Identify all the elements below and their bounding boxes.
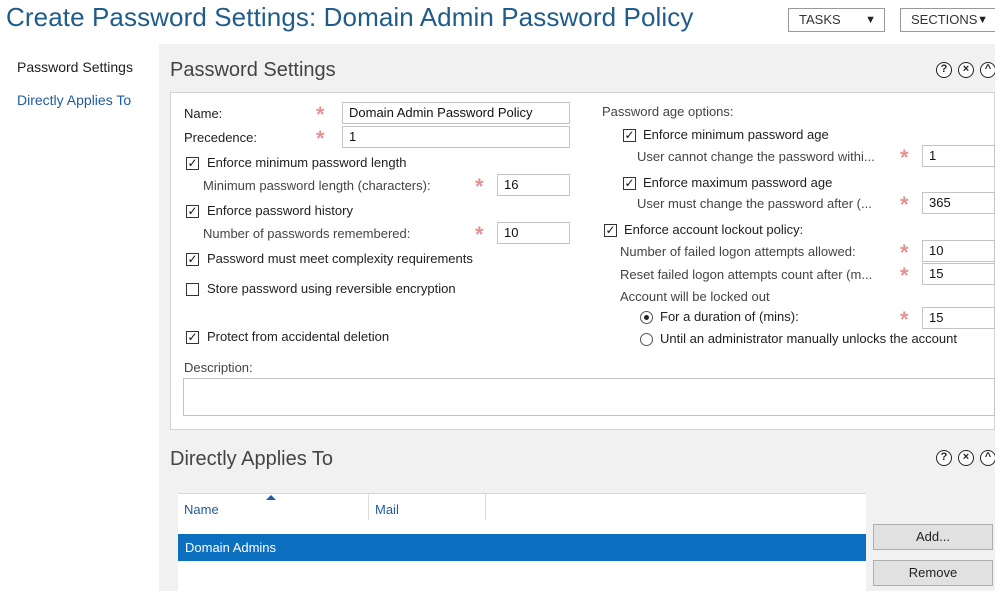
- account-lockout-label: Enforce account lockout policy:: [624, 222, 804, 237]
- failed-attempts-label: Number of failed logon attempts allowed:: [620, 244, 856, 259]
- duration-label: For a duration of (mins):: [660, 309, 799, 324]
- row-name-cell: Domain Admins: [185, 540, 277, 555]
- precedence-label: Precedence:: [184, 130, 257, 145]
- name-label: Name:: [184, 106, 223, 121]
- section-title-directly-applies-to: Directly Applies To: [170, 448, 334, 470]
- close-circle-icon[interactable]: ×: [958, 450, 974, 466]
- complexity-checkbox[interactable]: ✓: [186, 253, 199, 266]
- account-lockout-checkbox[interactable]: ✓: [604, 224, 617, 237]
- page-title: Create Password Settings: Domain Admin P…: [6, 2, 694, 32]
- help-icon[interactable]: ?: [936, 62, 952, 78]
- min-age-label: User cannot change the password withi...: [637, 149, 875, 164]
- admin-unlock-label: Until an administrator manually unlocks …: [660, 331, 957, 346]
- tasks-button[interactable]: TASKS ▼: [788, 8, 885, 32]
- enforce-min-length-label: Enforce minimum password length: [207, 155, 407, 170]
- enforce-min-age-checkbox[interactable]: ✓: [623, 129, 636, 142]
- column-header-name[interactable]: Name: [184, 502, 219, 517]
- enforce-history-label: Enforce password history: [207, 203, 353, 218]
- reset-count-field[interactable]: 15: [922, 263, 995, 285]
- age-options-label: Password age options:: [602, 104, 734, 119]
- sort-ascending-icon: [266, 495, 276, 500]
- min-length-field[interactable]: 16: [497, 174, 570, 196]
- grid-header-divider: [178, 493, 866, 494]
- locked-out-label: Account will be locked out: [620, 289, 770, 304]
- chevron-up-icon[interactable]: ^: [980, 62, 995, 78]
- failed-attempts-field[interactable]: 10: [922, 240, 995, 262]
- section-title-password-settings: Password Settings: [170, 59, 336, 81]
- chevron-up-icon[interactable]: ^: [980, 450, 995, 466]
- reversible-encryption-checkbox[interactable]: [186, 283, 199, 296]
- history-label: Number of passwords remembered:: [203, 226, 411, 241]
- complexity-label: Password must meet complexity requiremen…: [207, 251, 473, 266]
- enforce-history-checkbox[interactable]: ✓: [186, 205, 199, 218]
- duration-field[interactable]: 15: [922, 307, 995, 329]
- asterisk-icon: *: [316, 102, 325, 127]
- asterisk-icon: *: [316, 126, 325, 151]
- column-header-mail[interactable]: Mail: [375, 502, 399, 517]
- description-label: Description:: [184, 360, 253, 375]
- min-age-field[interactable]: 1: [922, 145, 995, 167]
- enforce-max-age-label: Enforce maximum password age: [643, 175, 833, 190]
- description-field[interactable]: [183, 378, 995, 416]
- min-length-label: Minimum password length (characters):: [203, 178, 431, 193]
- asterisk-icon: *: [900, 240, 909, 265]
- enforce-min-age-label: Enforce minimum password age: [643, 127, 829, 142]
- sections-label: SECTIONS: [911, 12, 978, 27]
- sidebar-item-password-settings[interactable]: Password Settings: [17, 59, 133, 75]
- add-button[interactable]: Add...: [873, 524, 993, 550]
- enforce-max-age-checkbox[interactable]: ✓: [623, 177, 636, 190]
- asterisk-icon: *: [900, 145, 909, 170]
- asterisk-icon: *: [475, 222, 484, 247]
- protect-deletion-label: Protect from accidental deletion: [207, 329, 390, 344]
- history-field[interactable]: 10: [497, 222, 570, 244]
- asterisk-icon: *: [900, 192, 909, 217]
- column-divider: [485, 494, 486, 520]
- help-icon[interactable]: ?: [936, 450, 952, 466]
- reset-count-label: Reset failed logon attempts count after …: [620, 267, 873, 282]
- dropdown-arrow-icon: ▼: [865, 14, 876, 26]
- remove-button[interactable]: Remove: [873, 560, 993, 586]
- max-age-label: User must change the password after (...: [637, 196, 872, 211]
- duration-radio[interactable]: [640, 311, 653, 324]
- close-circle-icon[interactable]: ×: [958, 62, 974, 78]
- enforce-min-length-checkbox[interactable]: ✓: [186, 157, 199, 170]
- sidebar: Password Settings Directly Applies To: [0, 44, 160, 591]
- tasks-label: TASKS: [799, 12, 841, 27]
- precedence-field[interactable]: 1: [342, 126, 570, 148]
- asterisk-icon: *: [475, 174, 484, 199]
- sidebar-item-directly-applies-to[interactable]: Directly Applies To: [17, 92, 131, 108]
- admin-unlock-radio[interactable]: [640, 333, 653, 346]
- asterisk-icon: *: [900, 263, 909, 288]
- sections-button[interactable]: SECTIONS ▼: [900, 8, 995, 32]
- reversible-encryption-label: Store password using reversible encrypti…: [207, 281, 456, 296]
- max-age-field[interactable]: 365: [922, 192, 995, 214]
- dropdown-arrow-icon: ▼: [977, 14, 988, 26]
- name-field[interactable]: Domain Admin Password Policy: [342, 102, 570, 124]
- protect-deletion-checkbox[interactable]: ✓: [186, 331, 199, 344]
- table-row[interactable]: Domain Admins: [178, 534, 866, 561]
- column-divider: [368, 494, 369, 520]
- asterisk-icon: *: [900, 307, 909, 332]
